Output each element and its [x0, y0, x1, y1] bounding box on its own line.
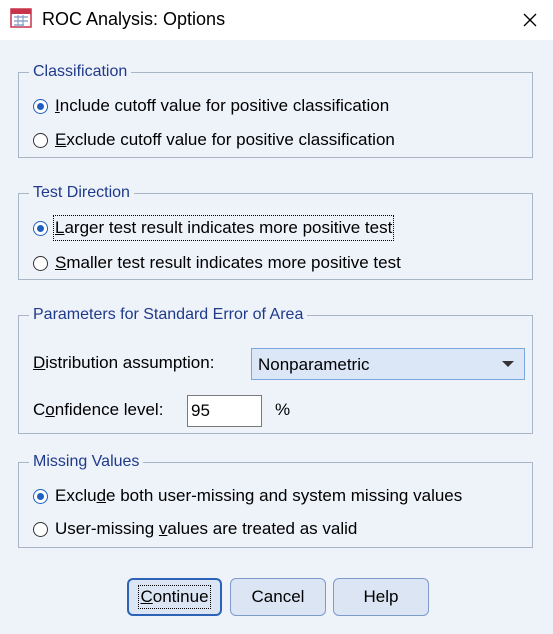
larger-result-radio[interactable]: Larger test result indicates more positi…: [33, 215, 395, 241]
chevron-down-icon[interactable]: [502, 361, 514, 367]
larger-result-label: Larger test result indicates more positi…: [52, 215, 395, 241]
classification-group-title: Classification: [29, 61, 132, 83]
radio-button-unchecked[interactable]: [33, 255, 48, 271]
dialog-title: ROC Analysis: Options: [42, 9, 226, 29]
smaller-result-label: Smaller test result indicates more posit…: [55, 253, 401, 272]
exclude-missing-label: Exclude both user-missing and system mis…: [55, 486, 463, 505]
include-cutoff-radio[interactable]: Include cutoff value for positive classi…: [33, 95, 389, 117]
cancel-button[interactable]: Cancel: [230, 578, 326, 616]
exclude-cutoff-radio[interactable]: Exclude cutoff value for positive classi…: [33, 129, 395, 151]
distribution-assumption-value: Nonparametric: [258, 355, 370, 374]
percent-sign: %: [275, 400, 291, 419]
spss-roc-icon: [10, 8, 32, 28]
help-button-label: Help: [363, 587, 399, 606]
test-direction-group: Test Direction Larger test result indica…: [18, 182, 533, 280]
exclude-missing-radio[interactable]: Exclude both user-missing and system mis…: [33, 485, 462, 507]
roc-options-dialog: ROC Analysis: Options Classification Inc…: [0, 0, 553, 634]
confidence-level-label: Confidence level:: [33, 400, 164, 419]
radio-button-checked[interactable]: [33, 98, 48, 114]
radio-button-unchecked[interactable]: [33, 132, 48, 148]
confidence-level-input[interactable]: [187, 395, 262, 427]
exclude-cutoff-label: Exclude cutoff value for positive classi…: [55, 130, 395, 149]
user-missing-valid-radio[interactable]: User-missing values are treated as valid: [33, 518, 357, 540]
smaller-result-radio[interactable]: Smaller test result indicates more posit…: [33, 252, 401, 274]
include-cutoff-label: Include cutoff value for positive classi…: [55, 96, 390, 115]
title-bar: ROC Analysis: Options: [0, 0, 553, 40]
parameters-group: Parameters for Standard Error of Area Di…: [18, 304, 533, 434]
distribution-assumption-label: Distribution assumption:: [33, 353, 215, 372]
close-button[interactable]: [507, 0, 553, 40]
missing-values-group-title: Missing Values: [29, 451, 144, 473]
distribution-assumption-select[interactable]: Nonparametric: [251, 348, 525, 380]
missing-values-group: Missing Values Exclude both user-missing…: [18, 451, 533, 548]
radio-button-checked[interactable]: [33, 220, 48, 236]
radio-button-checked[interactable]: [33, 488, 48, 504]
continue-button[interactable]: Continue: [127, 578, 222, 616]
help-button[interactable]: Help: [333, 578, 429, 616]
user-missing-valid-label: User-missing values are treated as valid: [55, 519, 358, 538]
test-direction-group-title: Test Direction: [29, 182, 134, 204]
radio-button-unchecked[interactable]: [33, 521, 48, 537]
close-icon: [523, 13, 537, 27]
classification-group: Classification Include cutoff value for …: [18, 61, 533, 158]
parameters-group-title: Parameters for Standard Error of Area: [29, 304, 308, 326]
cancel-button-label: Cancel: [251, 587, 305, 606]
continue-button-label: Continue: [138, 585, 211, 609]
